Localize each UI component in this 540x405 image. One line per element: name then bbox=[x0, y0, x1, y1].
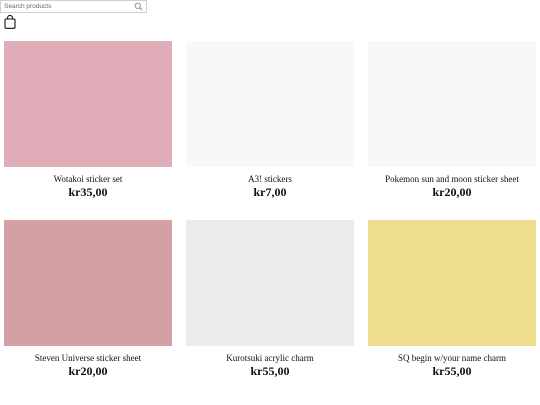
search-icon[interactable] bbox=[134, 2, 143, 11]
product-price: kr7,00 bbox=[253, 185, 287, 199]
product-title[interactable]: Wotakoi sticker set bbox=[4, 174, 172, 185]
product-price: kr20,00 bbox=[68, 364, 108, 378]
product-card[interactable]: SQ begin w/your name charm kr55,00 bbox=[368, 220, 536, 378]
product-title[interactable]: SQ begin w/your name charm bbox=[368, 353, 536, 364]
product-title[interactable]: A3! stickers bbox=[186, 174, 354, 185]
shopping-bag-icon[interactable] bbox=[4, 15, 16, 29]
search-box[interactable] bbox=[0, 0, 147, 13]
product-card[interactable]: Wotakoi sticker set kr35,00 bbox=[4, 41, 172, 199]
product-card[interactable]: A3! stickers kr7,00 bbox=[186, 41, 354, 199]
product-image[interactable] bbox=[186, 41, 354, 167]
search-input[interactable] bbox=[1, 1, 133, 12]
product-image[interactable] bbox=[368, 220, 536, 346]
product-title[interactable]: Pokemon sun and moon sticker sheet bbox=[368, 174, 536, 185]
product-image[interactable] bbox=[4, 220, 172, 346]
product-card[interactable]: Pokemon sun and moon sticker sheet kr20,… bbox=[368, 41, 536, 199]
product-image[interactable] bbox=[186, 220, 354, 346]
product-price: kr35,00 bbox=[68, 185, 108, 199]
product-title[interactable]: Steven Universe sticker sheet bbox=[4, 353, 172, 364]
product-title[interactable]: Kurotsuki acrylic charm bbox=[186, 353, 354, 364]
product-card[interactable]: Kurotsuki acrylic charm kr55,00 bbox=[186, 220, 354, 378]
product-image[interactable] bbox=[368, 41, 536, 167]
product-price: kr55,00 bbox=[250, 364, 290, 378]
product-price: kr55,00 bbox=[432, 364, 472, 378]
product-image[interactable] bbox=[4, 41, 172, 167]
product-card[interactable]: Steven Universe sticker sheet kr20,00 bbox=[4, 220, 172, 378]
product-price: kr20,00 bbox=[432, 185, 472, 199]
